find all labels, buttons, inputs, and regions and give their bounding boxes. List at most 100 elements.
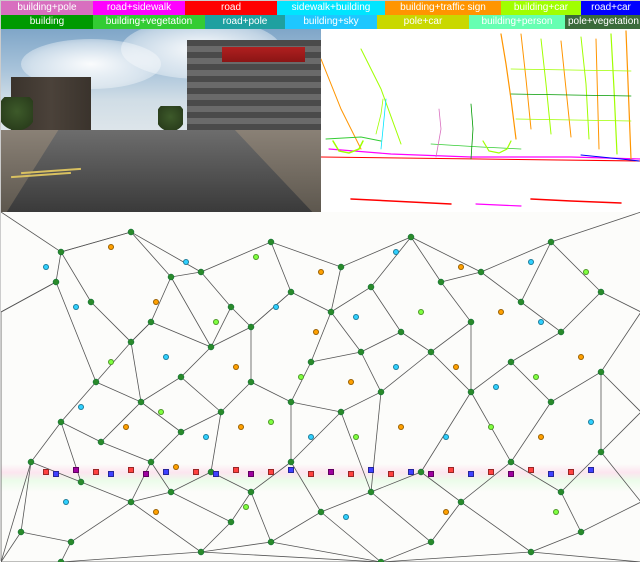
scatter-point [233,467,239,473]
scatter-point [73,304,79,310]
tree-left [1,97,33,134]
edge-stroke [326,137,381,141]
scatter-point [73,467,79,473]
scatter-point [183,259,189,265]
scatter-point [238,424,244,430]
scatter-point [213,471,219,477]
scatter-point [143,471,149,477]
scatter-point [43,264,49,270]
scatter-point [128,467,134,473]
scatter-point [348,379,354,385]
scatter-point [213,319,219,325]
legend: building+poleroad+sidewalkroadsidewalk+b… [1,1,640,29]
edge-stroke [511,94,631,96]
edge-stroke [376,99,383,134]
edge-stroke [351,199,451,204]
scatter-point [108,359,114,365]
edge-stroke [516,119,631,121]
scatter-point [393,249,399,255]
legend-cell: road+car [581,1,640,15]
scatter-point [313,329,319,335]
scatter-point [163,354,169,360]
scatter-point [173,464,179,470]
scatter-point [253,254,259,260]
scatter-point [233,364,239,370]
edge-stroke [476,204,521,206]
scatter-point [488,424,494,430]
scatter-point [353,314,359,320]
scatter-point [553,509,559,515]
edge-stroke [626,31,631,159]
scatter-point [158,409,164,415]
sign-red [222,47,305,62]
edge-stroke [611,34,617,154]
scatter-point [163,469,169,475]
scatter-point [538,319,544,325]
scatter-point [588,467,594,473]
scatter-point [388,471,394,477]
scatter-point [353,434,359,440]
legend-cell: building+car [501,1,581,15]
scatter-point [308,434,314,440]
figure-container: building+poleroad+sidewalkroadsidewalk+b… [1,1,640,562]
edge-stroke [581,37,589,139]
edge-stroke [501,34,516,139]
legend-cell: road [185,1,277,15]
legend-row: building+poleroad+sidewalkroadsidewalk+b… [1,1,640,15]
edge-stroke [471,104,473,159]
scatter-point [428,471,434,477]
edge-stroke [483,141,511,153]
scatter-point [578,354,584,360]
scatter-point [248,471,254,477]
scatter-point [123,424,129,430]
scatter-point [318,269,324,275]
scatter-layer [1,212,640,562]
scatter-point [63,499,69,505]
legend-cell: building+pole [1,1,93,15]
scatter-point [53,471,59,477]
scatter-point [443,509,449,515]
scatter-point [368,467,374,473]
scatter-point [193,469,199,475]
scatter-point [418,309,424,315]
scatter-point [548,471,554,477]
scatter-point [538,434,544,440]
scatter-point [498,309,504,315]
scatter-point [108,471,114,477]
scatter-point [528,259,534,265]
scatter-point [348,471,354,477]
edge-stroke [596,39,599,149]
edge-stroke [531,199,621,203]
scatter-point [268,469,274,475]
edge-stroke [521,34,531,129]
scatter-point [468,471,474,477]
scatter-point [268,419,274,425]
scatter-point [443,434,449,440]
legend-cell: pole+vegetation [565,15,640,29]
edge-map-svg [321,29,640,212]
edge-stroke [561,41,571,137]
top-panels [1,29,640,212]
scatter-point [108,244,114,250]
scatter-point [458,264,464,270]
scatter-point [568,469,574,475]
scatter-point [43,469,49,475]
edge-stroke [436,109,441,157]
edge-map-panel [321,29,640,212]
scatter-point [508,471,514,477]
scatter-point [308,471,314,477]
scatter-point [153,509,159,515]
scatter-point [408,469,414,475]
legend-row: buildingbuilding+vegetationroad+polebuil… [1,15,640,29]
legend-cell: building+sky [285,15,377,29]
scatter-point [528,467,534,473]
scatter-point [398,424,404,430]
legend-cell: building+vegetation [93,15,205,29]
scatter-point [488,469,494,475]
scatter-point [273,304,279,310]
legend-cell: building+traffic sign [385,1,501,15]
graph-panel [1,212,640,562]
legend-cell: road+sidewalk [93,1,185,15]
scatter-point [453,364,459,370]
edge-stroke [361,49,401,144]
